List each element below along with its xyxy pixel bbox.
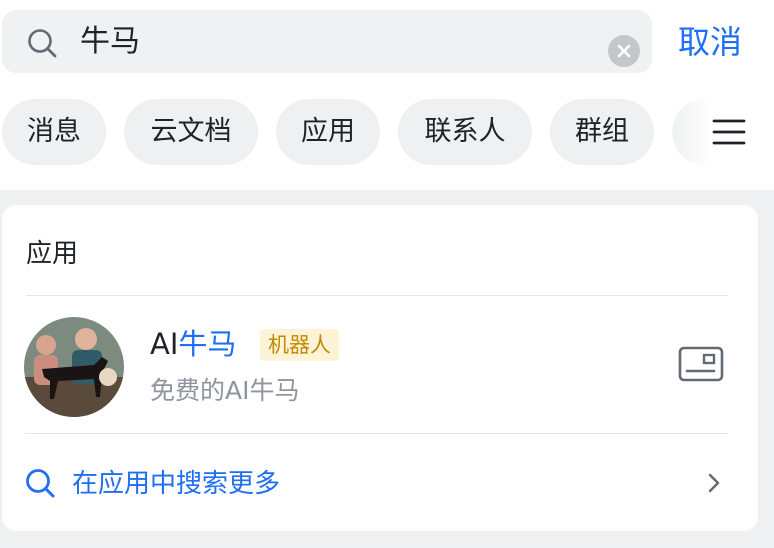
chip-apps[interactable]: 应用 [276, 99, 380, 165]
search-header: 牛马 取消 消息 云文档 应用 联系人 群组 [0, 0, 774, 190]
app-result-row[interactable]: AI牛马 机器人 免费的AI牛马 [2, 297, 758, 433]
search-more-row[interactable]: 在应用中搜索更多 [2, 435, 758, 531]
divider [26, 295, 728, 296]
filter-chip-bar: 消息 云文档 应用 联系人 群组 [0, 99, 774, 165]
search-icon [28, 29, 57, 58]
app-name: AI牛马 [150, 326, 236, 362]
chip-groups[interactable]: 群组 [550, 99, 654, 165]
app-name-highlight: 牛马 [178, 327, 237, 361]
divider [26, 433, 728, 434]
app-description: 免费的AI牛马 [150, 376, 300, 405]
cancel-button[interactable]: 取消 [678, 18, 742, 66]
results-card: 应用 AI牛马 机器人 免费的AI牛马 在应用中搜索更多 [2, 205, 758, 531]
chip-messages[interactable]: 消息 [2, 99, 106, 165]
search-input[interactable]: 牛马 [80, 10, 140, 73]
chip-overflow-fade [672, 99, 712, 165]
menu-icon[interactable] [712, 118, 746, 146]
search-icon [26, 469, 55, 498]
app-name-prefix: AI [150, 327, 179, 361]
chevron-right-icon [708, 473, 720, 493]
clear-search-button[interactable] [608, 35, 640, 67]
contact-card-icon[interactable] [678, 346, 724, 382]
search-bar[interactable]: 牛马 [2, 10, 652, 73]
search-more-label: 在应用中搜索更多 [72, 469, 281, 499]
clear-icon [617, 44, 631, 58]
section-title: 应用 [26, 239, 79, 269]
avatar [24, 317, 124, 417]
chip-docs[interactable]: 云文档 [124, 99, 258, 165]
bot-badge: 机器人 [260, 329, 339, 361]
chip-contacts[interactable]: 联系人 [398, 99, 532, 165]
